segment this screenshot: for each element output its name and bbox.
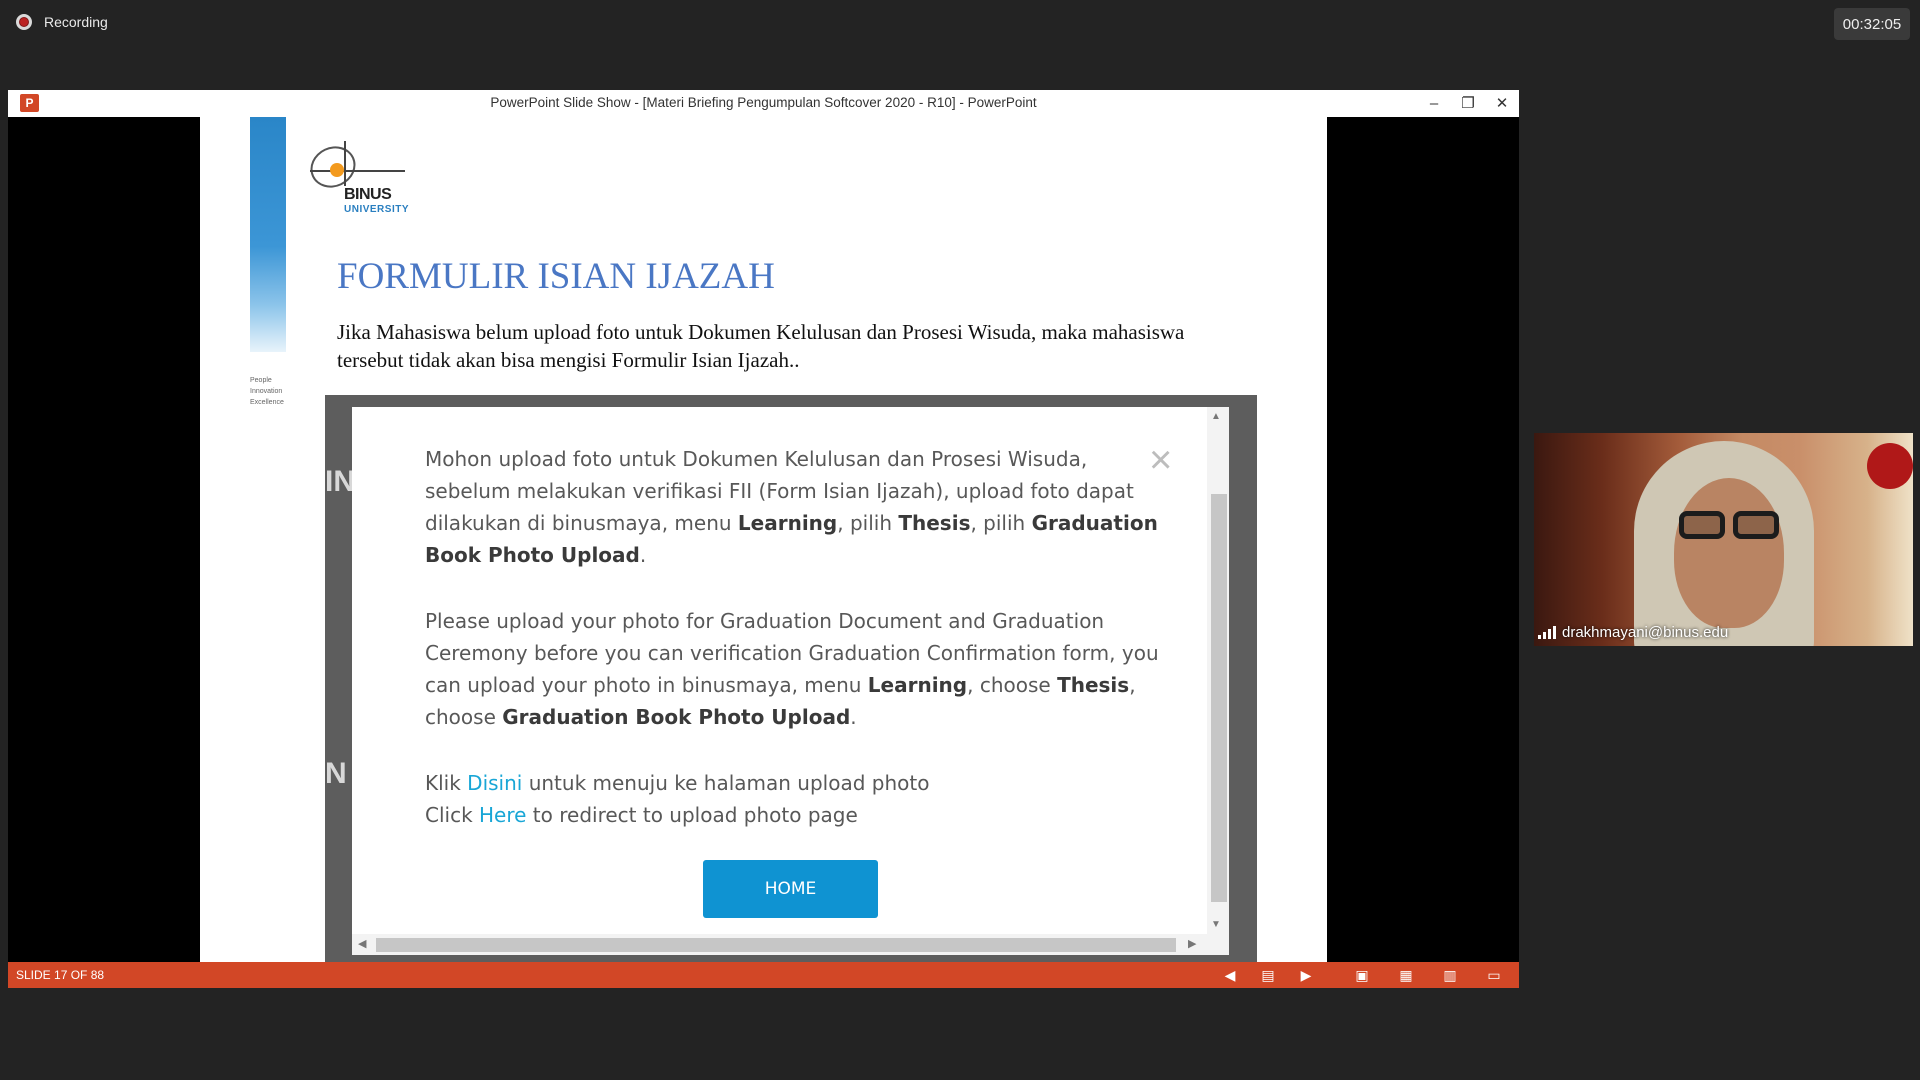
shared-screen-window: P PowerPoint Slide Show - [Materi Briefi… <box>8 90 1519 988</box>
reading-view-icon[interactable]: ▥ <box>1439 965 1461 985</box>
window-title: PowerPoint Slide Show - [Materi Briefing… <box>490 95 1037 110</box>
recording-indicator: Recording <box>16 14 108 30</box>
scroll-right-icon[interactable]: ▶ <box>1188 937 1196 950</box>
recording-label: Recording <box>44 14 108 30</box>
window-titlebar: P PowerPoint Slide Show - [Materi Briefi… <box>8 90 1519 117</box>
slide-sorter-icon[interactable]: ▦ <box>1395 965 1417 985</box>
scroll-up-icon[interactable]: ▲ <box>1211 411 1221 422</box>
notes-icon[interactable]: ▤ <box>1257 965 1279 985</box>
slide-body-text: Jika Mahasiswa belum upload foto untuk D… <box>337 320 1185 372</box>
signal-strength-icon <box>1538 626 1556 639</box>
horizontal-scroll-thumb[interactable] <box>376 938 1176 952</box>
slideshow-statusbar: SLIDE 17 OF 88 ◀ ▤ ▶ ▣ ▦ ▥ ▭ <box>8 962 1519 988</box>
close-window-button[interactable]: ✕ <box>1485 92 1519 114</box>
minimize-button[interactable]: – <box>1417 92 1451 114</box>
participant-video[interactable]: drakhmayani@binus.edu <box>1534 433 1913 646</box>
restore-button[interactable]: ❐ <box>1451 92 1485 114</box>
embedded-screenshot: IN N × Mohon upload foto untuk Dokumen K… <box>325 395 1257 962</box>
scroll-left-icon[interactable]: ◀ <box>358 937 366 950</box>
message-en: Please upload your photo for Graduation … <box>425 609 1159 729</box>
binus-logo: BINUS UNIVERSITY <box>303 139 430 221</box>
participant-email: drakhmayani@binus.edu <box>1562 624 1729 641</box>
horizontal-scrollbar[interactable]: ◀ ▶ <box>352 934 1229 955</box>
slide[interactable]: People Innovation Excellence BINUS UNIVE… <box>200 117 1327 962</box>
glasses-icon <box>1679 511 1779 541</box>
redirect-instructions: Klik Disini untuk menuju ke halaman uplo… <box>425 771 930 827</box>
here-link[interactable]: Here <box>479 803 526 827</box>
home-button[interactable]: HOME <box>703 860 878 918</box>
next-slide-icon[interactable]: ▶ <box>1295 965 1317 985</box>
logo-subtitle: UNIVERSITY <box>344 204 410 215</box>
slide-counter: SLIDE 17 OF 88 <box>16 968 105 982</box>
flower-decoration <box>1867 443 1913 489</box>
scroll-down-icon[interactable]: ▼ <box>1211 919 1221 930</box>
normal-view-icon[interactable]: ▣ <box>1351 965 1373 985</box>
participant-face <box>1674 478 1784 628</box>
meeting-timer: 00:32:05 <box>1834 8 1910 40</box>
slide-title: FORMULIR ISIAN IJAZAH <box>337 256 775 297</box>
previous-slide-icon[interactable]: ◀ <box>1219 965 1241 985</box>
slideshow-area: People Innovation Excellence BINUS UNIVE… <box>8 117 1519 962</box>
decorative-strip <box>250 117 286 352</box>
vertical-scrollbar[interactable]: ▲ ▼ <box>1207 407 1229 934</box>
message-id: Mohon upload foto untuk Dokumen Kelulusa… <box>425 447 1158 567</box>
participant-label: drakhmayani@binus.edu <box>1538 624 1728 641</box>
logo-wordmark: BINUS <box>344 186 392 203</box>
slide-tagline: People Innovation Excellence <box>250 377 284 406</box>
vertical-scroll-thumb[interactable] <box>1211 494 1227 902</box>
disini-link[interactable]: Disini <box>467 771 522 795</box>
sun-icon <box>330 163 344 177</box>
slideshow-icon[interactable]: ▭ <box>1483 965 1505 985</box>
dialog-message: Mohon upload foto untuk Dokumen Kelulusa… <box>425 443 1160 831</box>
record-icon <box>16 14 32 30</box>
upload-photo-dialog: × Mohon upload foto untuk Dokumen Kelulu… <box>352 407 1229 955</box>
